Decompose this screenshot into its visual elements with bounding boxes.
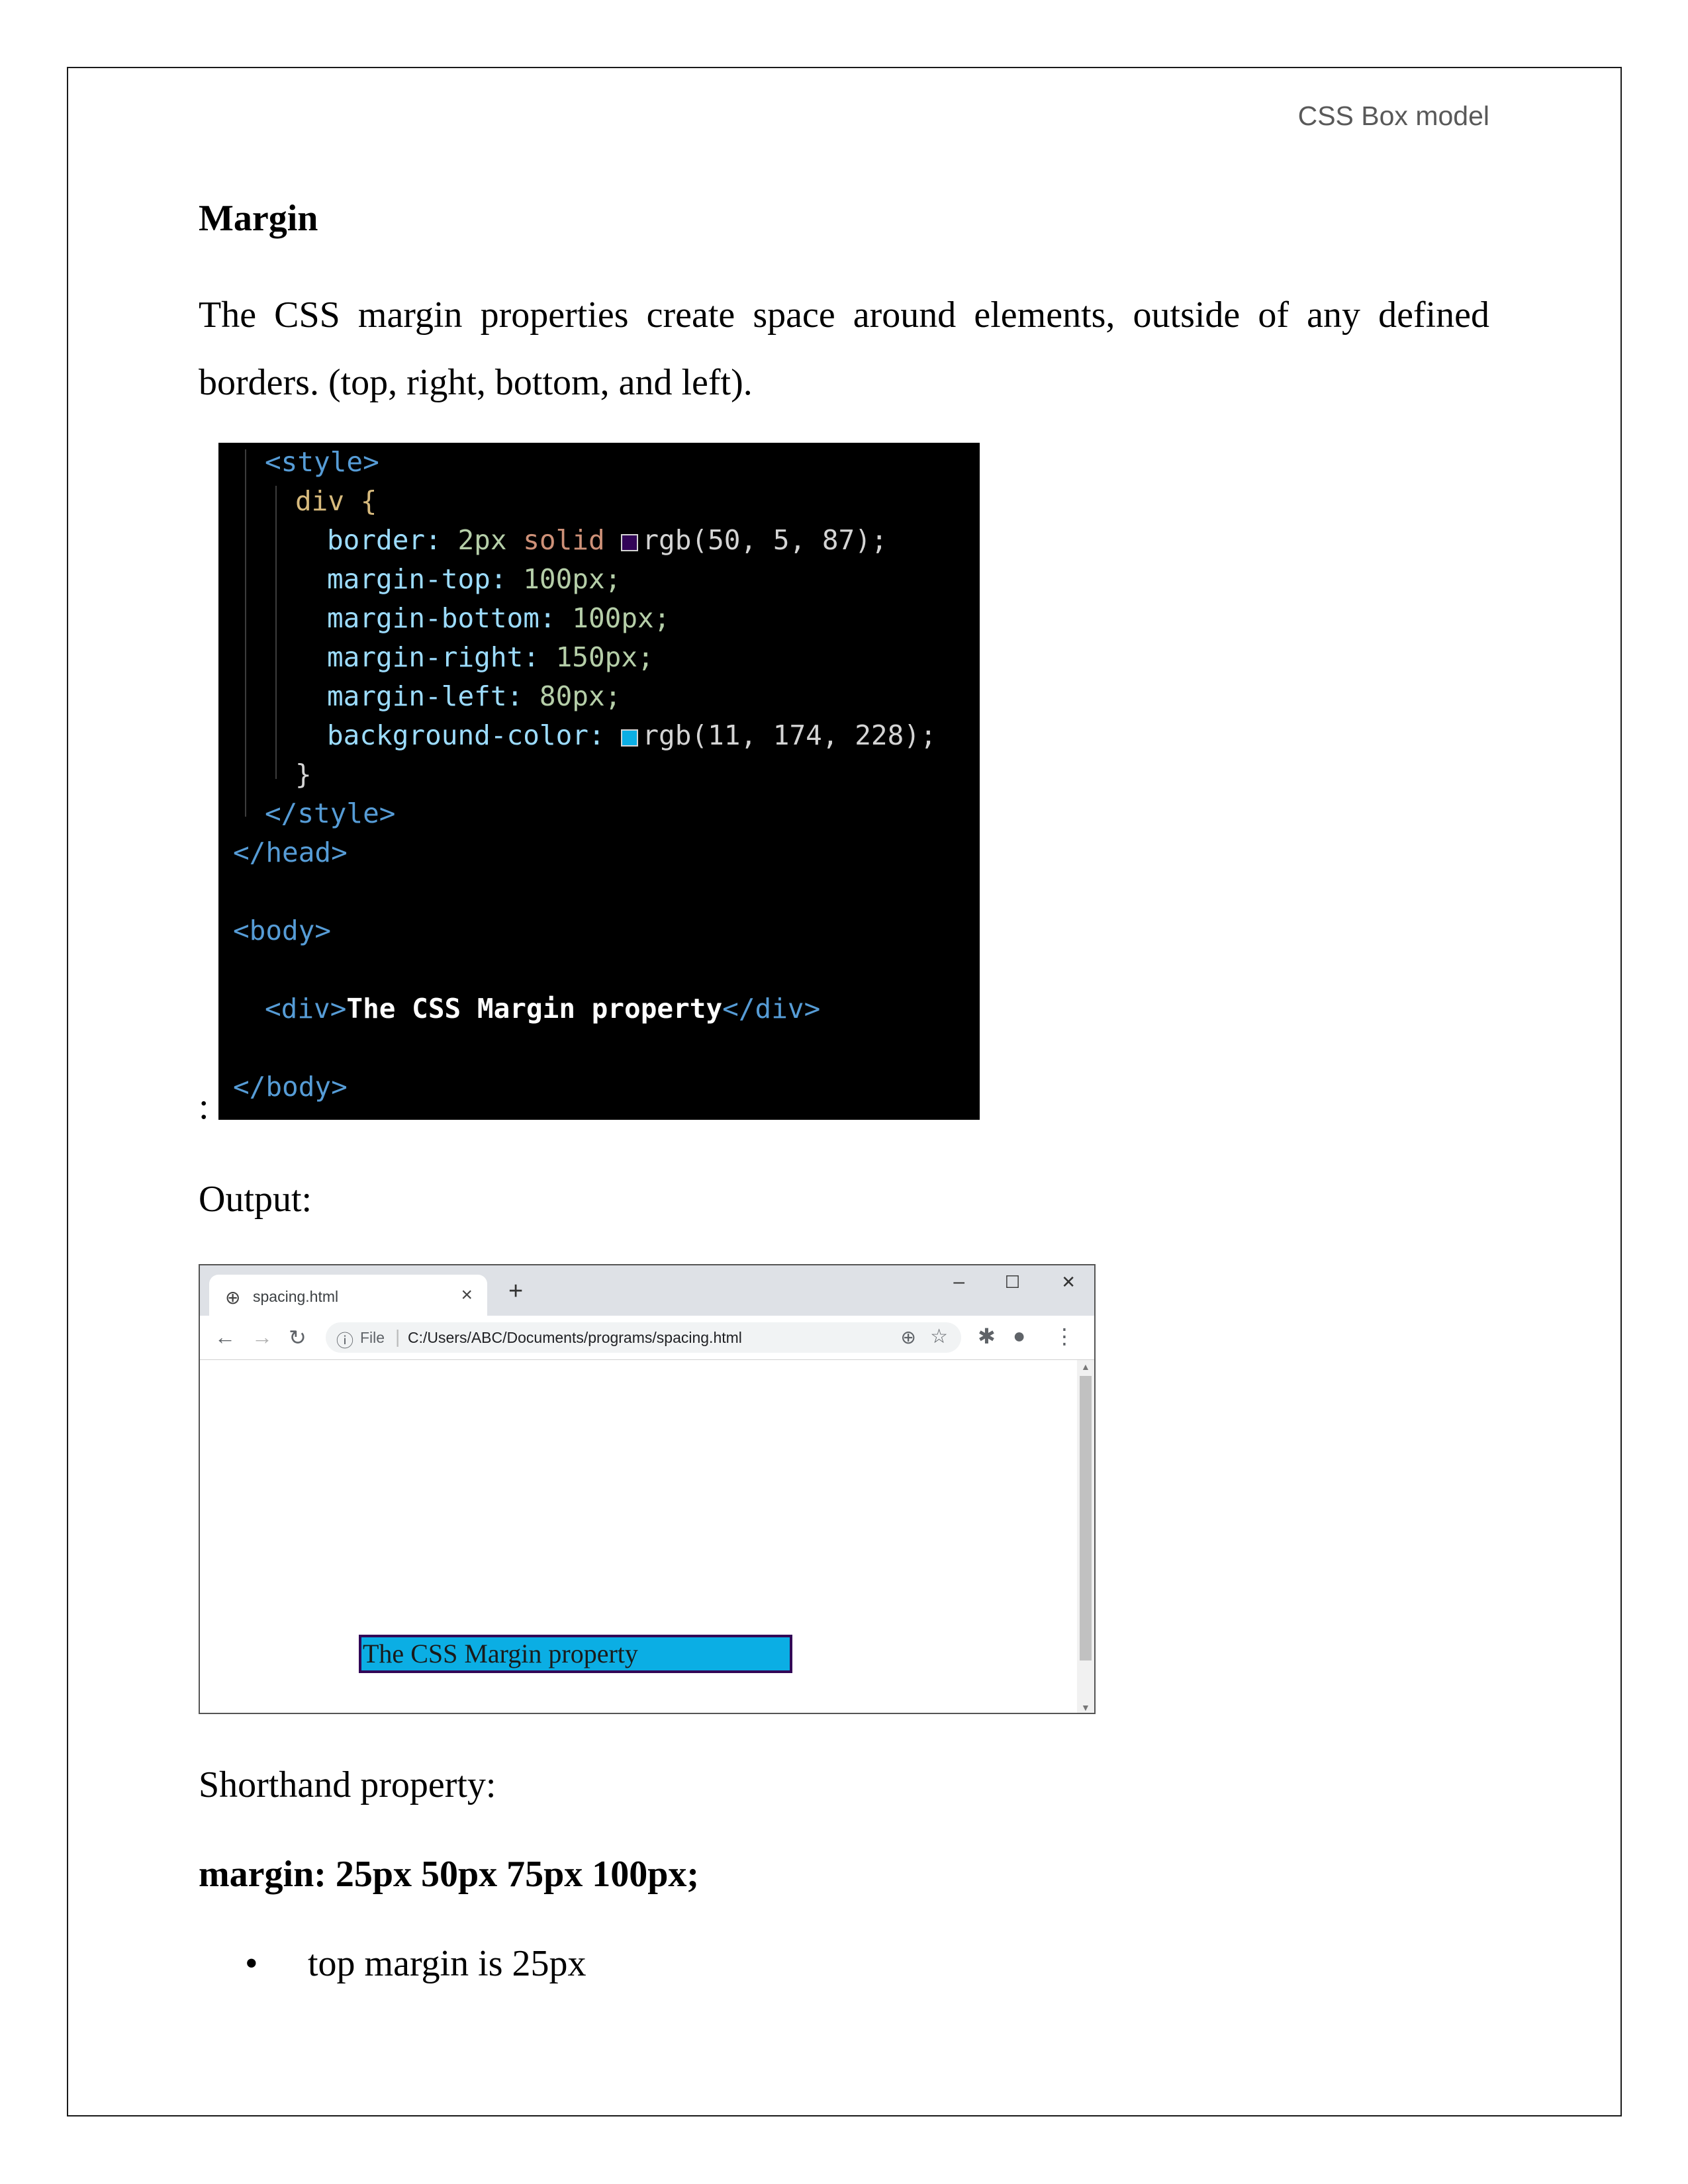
browser-window: ⊕ spacing.html × + – ☐ ✕ ← → ↻ ⓘ File | … [199, 1264, 1096, 1714]
code-line: background-color: rgb(11, 174, 228); [327, 719, 937, 751]
code-line: <div>The CSS Margin property</div> [265, 993, 821, 1024]
tab-close-icon[interactable]: × [461, 1284, 473, 1306]
forward-icon[interactable]: → [252, 1325, 273, 1349]
section-heading: Margin [199, 198, 318, 239]
code-line: margin-top: 100px; [327, 563, 622, 595]
page-header: CSS Box model [1297, 101, 1489, 131]
list-item: • top margin is 25px [245, 1942, 586, 1985]
back-icon[interactable]: ← [214, 1325, 236, 1349]
code-line: </head> [233, 837, 348, 868]
vertical-scrollbar[interactable]: ▲ ▼ [1077, 1360, 1094, 1713]
minimize-button[interactable]: – [953, 1271, 964, 1293]
zoom-icon[interactable]: ⊕ [901, 1326, 916, 1348]
output-label: Output: [199, 1179, 312, 1220]
code-snippet: <style> div { border: 2px solid rgb(50, … [218, 443, 980, 1120]
close-window-button[interactable]: ✕ [1061, 1272, 1076, 1293]
demo-margin-div: The CSS Margin property [359, 1635, 792, 1673]
file-label: File [360, 1329, 385, 1346]
code-line: border: 2px solid rgb(50, 5, 87); [327, 524, 888, 556]
url-text[interactable]: C:/Users/ABC/Documents/programs/spacing.… [408, 1329, 742, 1347]
code-line: margin-bottom: 100px; [327, 602, 671, 634]
color-swatch [621, 534, 639, 551]
profile-icon[interactable]: ● [1013, 1324, 1025, 1348]
code-line: <style> [265, 446, 379, 478]
reload-icon[interactable]: ↻ [289, 1325, 306, 1350]
code-line: } [295, 758, 312, 790]
address-separator: | [395, 1326, 400, 1347]
page-viewport: The CSS Margin property [200, 1360, 1094, 1713]
colon-text: : [199, 1086, 209, 1127]
maximize-button[interactable]: ☐ [1005, 1272, 1020, 1293]
globe-icon: ⊕ [225, 1287, 241, 1308]
shorthand-code: margin: 25px 50px 75px 100px; [199, 1854, 700, 1895]
intro-paragraph: The CSS margin properties create space a… [199, 295, 1489, 403]
info-icon[interactable]: ⓘ [336, 1328, 353, 1352]
shorthand-label: Shorthand property: [199, 1764, 496, 1805]
indent-guide [275, 486, 277, 779]
extensions-icon[interactable]: ✱ [978, 1324, 996, 1349]
scroll-up-icon[interactable]: ▲ [1081, 1361, 1090, 1372]
code-line: div { [295, 485, 377, 517]
browser-toolbar: ← → ↻ ⓘ File | C:/Users/ABC/Documents/pr… [200, 1316, 1094, 1360]
tab-bar: ⊕ spacing.html × + – ☐ ✕ [200, 1265, 1094, 1316]
code-line: </style> [265, 797, 396, 829]
code-line: margin-right: 150px; [327, 641, 654, 673]
scrollbar-thumb[interactable] [1080, 1376, 1092, 1661]
tab-title: spacing.html [253, 1288, 339, 1305]
scroll-down-icon[interactable]: ▼ [1081, 1702, 1090, 1713]
new-tab-button[interactable]: + [508, 1277, 523, 1306]
address-bar[interactable]: ⓘ File | C:/Users/ABC/Documents/programs… [326, 1322, 961, 1353]
code-line: </body> [233, 1071, 348, 1103]
color-swatch [621, 729, 639, 747]
bullet-icon: • [245, 1943, 258, 1984]
menu-icon[interactable]: ⋮ [1054, 1324, 1075, 1349]
code-line: <body> [233, 915, 332, 946]
bullet-list: • top margin is 25px [245, 1942, 586, 1985]
list-item-text: top margin is 25px [308, 1943, 586, 1984]
tab-spacing[interactable]: ⊕ spacing.html × [209, 1275, 487, 1316]
star-icon[interactable]: ☆ [930, 1325, 948, 1348]
indent-guide [245, 449, 246, 817]
code-line: margin-left: 80px; [327, 680, 622, 712]
